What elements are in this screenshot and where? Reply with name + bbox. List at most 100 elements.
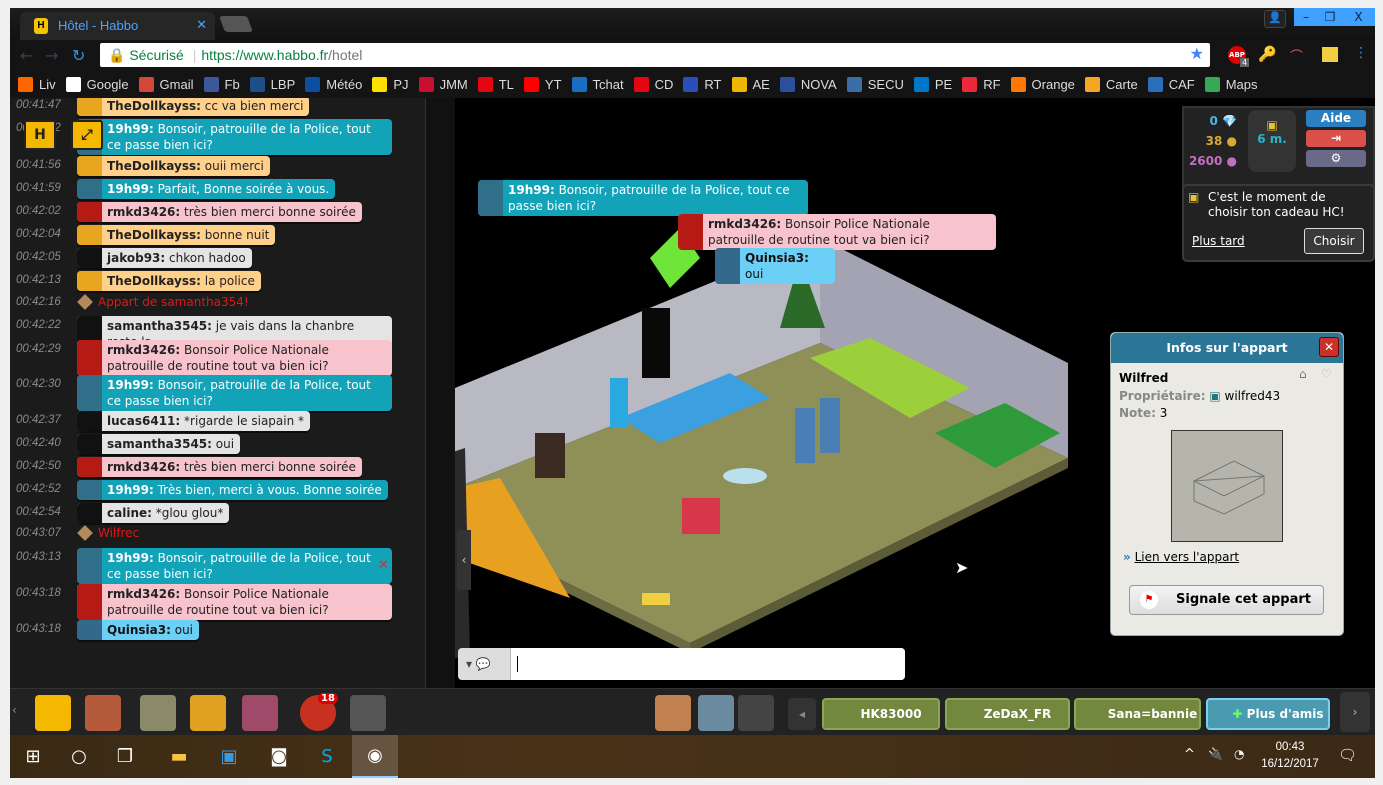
bookmark-secu[interactable]: SECU: [846, 76, 904, 92]
room-link[interactable]: » Lien vers l'appart: [1123, 550, 1239, 564]
friends-prev-icon[interactable]: ◂: [788, 698, 816, 730]
profile-icon[interactable]: 👤: [1264, 10, 1286, 28]
bookmark-tchat[interactable]: Tchat: [571, 76, 624, 92]
room-chat-bubble[interactable]: 19h99: Bonsoir, patrouille de la Police,…: [478, 180, 808, 216]
chat-bubble[interactable]: samantha3545: oui: [77, 434, 241, 454]
favorite-heart-icon[interactable]: ♡: [1321, 367, 1332, 381]
bookmark-yt[interactable]: YT: [523, 76, 562, 92]
user-avatar[interactable]: [77, 434, 102, 454]
friends-next-icon[interactable]: ›: [1340, 692, 1370, 732]
close-icon[interactable]: ✕: [1319, 337, 1339, 357]
chat-style-selector-icon[interactable]: ▾ 💬: [458, 657, 510, 671]
chat-bubble[interactable]: 19h99: Bonsoir, patrouille de la Police,…: [77, 119, 392, 155]
chat-username[interactable]: TheDollkayss:: [107, 159, 201, 173]
bookmark-orange[interactable]: Orange: [1010, 76, 1075, 92]
chat-bubble[interactable]: TheDollkayss: la police: [77, 271, 261, 291]
reload-icon[interactable]: ↻: [72, 46, 85, 65]
user-avatar[interactable]: [77, 480, 102, 500]
chat-username[interactable]: TheDollkayss:: [107, 99, 201, 113]
camera-icon[interactable]: [350, 695, 386, 731]
notifications-icon[interactable]: 🗨: [1338, 746, 1357, 764]
user-avatar[interactable]: [77, 98, 102, 116]
bookmark-carte[interactable]: Carte: [1084, 76, 1138, 92]
chat-bubble[interactable]: jakob93: chkon hadoo: [77, 248, 252, 268]
messenger-icon[interactable]: [738, 695, 774, 731]
bookmark-gmail[interactable]: Gmail: [138, 76, 194, 92]
rooms-navigator-icon[interactable]: [85, 695, 121, 731]
help-button[interactable]: Aide: [1306, 110, 1366, 127]
user-avatar[interactable]: [77, 156, 102, 176]
chat-username[interactable]: Quinsia3:: [107, 623, 171, 637]
bookmark-fb[interactable]: Fb: [203, 76, 240, 92]
user-avatar[interactable]: [77, 584, 102, 620]
bookmark-jmm[interactable]: JMM: [418, 76, 468, 92]
file-explorer-icon[interactable]: ▬: [156, 735, 202, 778]
chat-username[interactable]: jakob93:: [107, 251, 165, 265]
friends-icon[interactable]: [655, 695, 691, 731]
chat-history-panel[interactable]: 00:41:47 TheDollkayss: cc va bien merci 00…: [10, 98, 425, 688]
tray-expand-icon[interactable]: ^: [1184, 747, 1195, 762]
delete-message-icon[interactable]: ✕: [378, 558, 389, 573]
choose-button[interactable]: Choisir: [1304, 228, 1364, 254]
user-avatar[interactable]: [77, 248, 102, 268]
camera-app-icon[interactable]: ◙: [256, 735, 302, 778]
rainbow-extension-icon[interactable]: ⌒: [1290, 46, 1303, 65]
chat-username[interactable]: 19h99:: [107, 551, 154, 565]
bookmark-maps[interactable]: Maps: [1204, 76, 1258, 92]
chat-bubble[interactable]: TheDollkayss: cc va bien merci: [77, 98, 310, 116]
user-avatar[interactable]: [77, 202, 102, 222]
close-window-button[interactable]: X: [1342, 8, 1375, 26]
back-icon[interactable]: ←: [20, 46, 33, 65]
chat-username[interactable]: Quinsia3:: [745, 251, 809, 265]
chat-username[interactable]: lucas6411:: [107, 414, 180, 428]
user-avatar[interactable]: [77, 457, 102, 477]
bookmark-météo[interactable]: Météo: [305, 76, 362, 92]
hotel-view-icon[interactable]: [35, 695, 71, 731]
user-avatar[interactable]: [77, 620, 102, 640]
bookmark-lbp[interactable]: LBP: [249, 76, 295, 92]
user-avatar[interactable]: [678, 214, 703, 250]
chat-username[interactable]: 19h99:: [508, 183, 555, 197]
inventory-icon[interactable]: [242, 695, 278, 731]
user-avatar[interactable]: [77, 340, 102, 376]
user-avatar[interactable]: [77, 271, 102, 291]
chat-bubble[interactable]: TheDollkayss: ouii merci: [77, 156, 270, 176]
user-avatar[interactable]: [478, 180, 503, 216]
tab-habbo[interactable]: H Hôtel - Habbo ✕: [20, 12, 215, 40]
clock[interactable]: 00:43 16/12/2017: [1254, 739, 1326, 773]
chat-username[interactable]: TheDollkayss:: [107, 228, 201, 242]
address-bar[interactable]: 🔒 Sécurisé | https://www.habbo.fr/hotel ★: [100, 43, 1210, 67]
chat-bubble[interactable]: TheDollkayss: bonne nuit: [77, 225, 276, 245]
user-avatar[interactable]: [77, 548, 102, 584]
chrome-icon[interactable]: ◉: [352, 735, 398, 778]
home-icon[interactable]: ⌂: [1299, 367, 1307, 381]
chat-bubble[interactable]: 19h99: Bonsoir, patrouille de la Police,…: [77, 375, 392, 411]
contacts-icon[interactable]: ▣: [206, 735, 252, 778]
chat-username[interactable]: rmkd3426:: [107, 587, 180, 601]
chat-bubble[interactable]: lucas6411: *rigarde le siapain *: [77, 411, 311, 431]
room-entry-notice[interactable]: Appart de samantha354!: [77, 294, 249, 310]
friend-sana-bannie[interactable]: Sana=bannie: [1074, 698, 1201, 730]
chat-username[interactable]: rmkd3426:: [107, 205, 180, 219]
chat-bubble[interactable]: 19h99: Bonsoir, patrouille de la Police,…: [77, 548, 392, 584]
chat-username[interactable]: 19h99:: [107, 182, 154, 196]
task-view-icon[interactable]: ❐: [102, 735, 148, 778]
bookmark-pe[interactable]: PE: [913, 76, 952, 92]
bookmark-tl[interactable]: TL: [477, 76, 514, 92]
cortana-icon[interactable]: ○: [56, 735, 102, 778]
user-avatar[interactable]: [77, 225, 102, 245]
bookmark-nova[interactable]: NOVA: [779, 76, 837, 92]
bookmark-cd[interactable]: CD: [633, 76, 673, 92]
forward-icon[interactable]: →: [45, 46, 58, 65]
chat-bubble[interactable]: caline: *glou glou*: [77, 503, 230, 523]
habbo-client[interactable]: 00:41:47 TheDollkayss: cc va bien merci 00…: [10, 98, 1375, 688]
user-avatar[interactable]: [77, 179, 102, 199]
bookmark-caf[interactable]: CAF: [1147, 76, 1195, 92]
chat-bubble[interactable]: rmkd3426: Bonsoir Police Nationale patro…: [77, 584, 392, 620]
more-friends-button[interactable]: ✚ Plus d'amis: [1206, 698, 1330, 730]
chat-bubble[interactable]: Quinsia3: oui: [77, 620, 200, 640]
user-avatar[interactable]: [77, 375, 102, 411]
key-extension-icon[interactable]: 🔑: [1258, 45, 1277, 63]
skype-icon[interactable]: S: [304, 735, 350, 778]
chat-bubble[interactable]: rmkd3426: très bien merci bonne soirée: [77, 202, 362, 222]
